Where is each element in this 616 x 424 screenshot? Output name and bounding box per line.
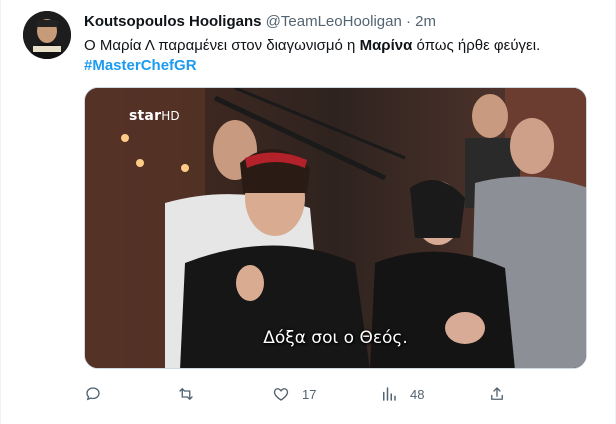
share-icon <box>491 387 503 400</box>
channel-logo: starHD <box>129 108 180 124</box>
tweet-card[interactable]: Koutsopoulos Hooligans @TeamLeoHooligan … <box>0 0 616 424</box>
display-name[interactable]: Koutsopoulos Hooligans <box>84 13 262 30</box>
hashtag-link[interactable]: #MasterChefGR <box>84 56 197 76</box>
share-button[interactable] <box>488 382 518 406</box>
retweet-button[interactable] <box>177 382 207 406</box>
separator-dot: · <box>406 13 411 30</box>
user-handle[interactable]: @TeamLeoHooligan <box>266 13 402 30</box>
tweet-time[interactable]: 2m <box>415 13 436 30</box>
views-button[interactable]: 48 <box>380 382 424 406</box>
avatar[interactable] <box>23 11 71 59</box>
avatar-image <box>23 11 71 59</box>
tweet-text-part: όπως ήρθε φεύγει. <box>412 37 541 54</box>
channel-logo-text: star <box>129 108 162 124</box>
views-icon <box>383 387 396 401</box>
heart-icon <box>273 388 289 401</box>
tweet-actions: 17 48 <box>84 382 514 406</box>
reply-button[interactable] <box>84 382 114 406</box>
reply-icon <box>86 387 100 401</box>
like-count: 17 <box>302 386 317 402</box>
tweet-header: Koutsopoulos Hooligans @TeamLeoHooligan … <box>84 12 601 32</box>
tweet-media[interactable]: starHD Δόξα σοι ο Θεός. <box>84 87 587 369</box>
video-subtitle: Δόξα σοι ο Θεός. <box>263 328 408 348</box>
video-frame <box>85 88 586 368</box>
retweet-icon <box>179 388 193 400</box>
tweet-text-part: Ο Μαρία Λ παραμένει στον διαγωνισμό η <box>84 37 360 54</box>
like-button[interactable]: 17 <box>272 382 316 406</box>
tweet-text: Ο Μαρία Λ παραμένει στον διαγωνισμό η Μα… <box>84 36 601 56</box>
channel-logo-hd: HD <box>161 109 180 123</box>
tweet-text-bold: Μαρίνα <box>359 37 413 54</box>
views-count: 48 <box>410 386 425 402</box>
